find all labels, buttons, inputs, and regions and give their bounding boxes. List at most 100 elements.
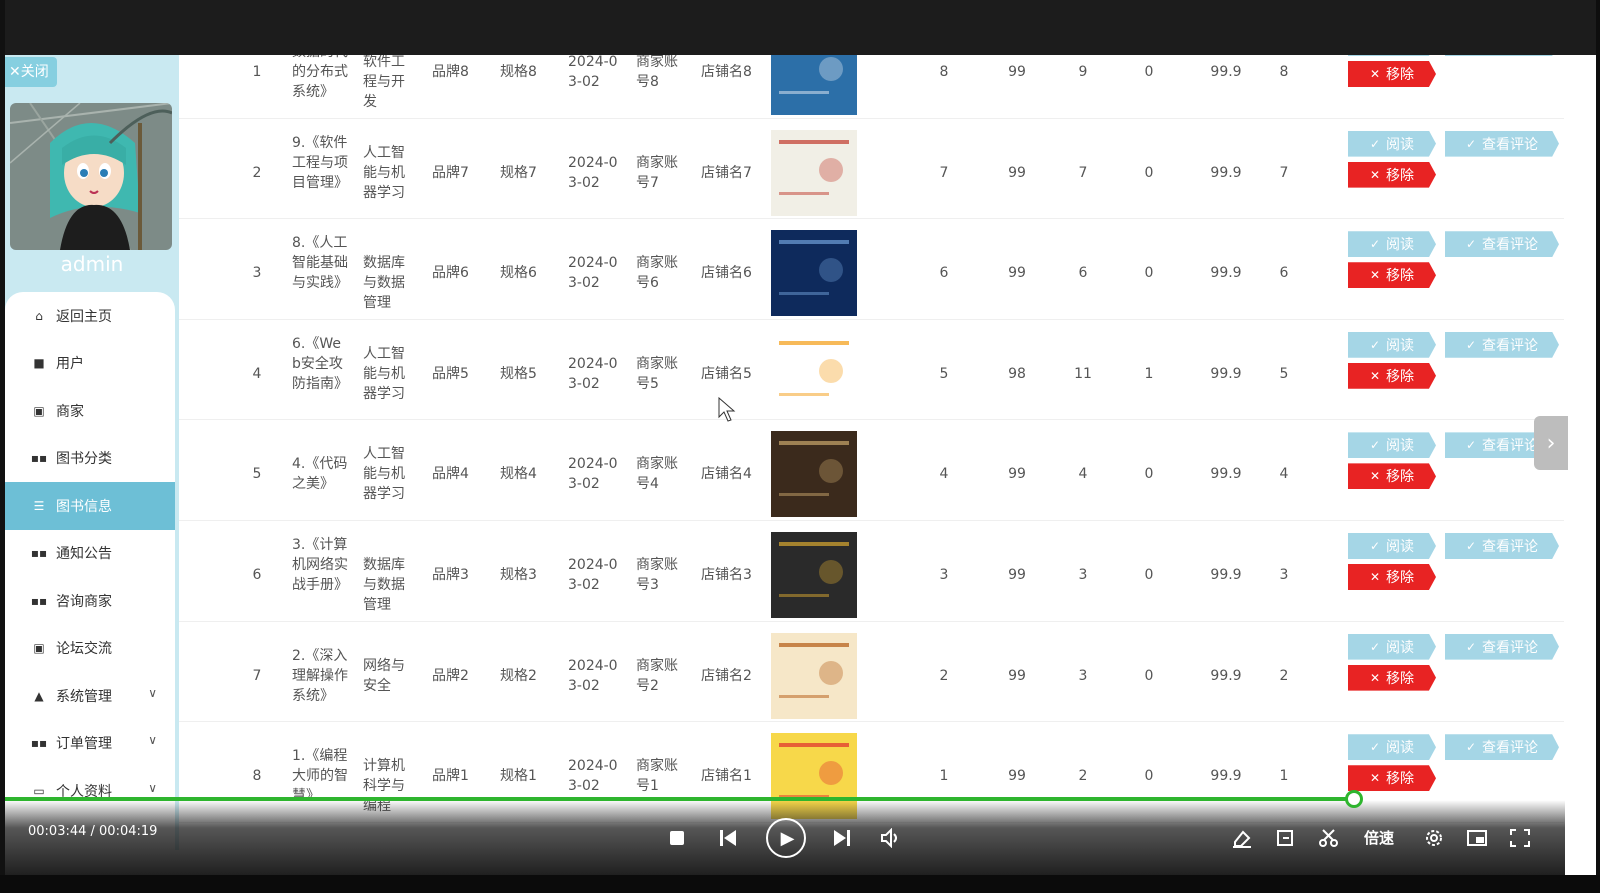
previous-button[interactable] [718, 828, 738, 848]
remove-button[interactable]: ✕ 移除 [1348, 61, 1436, 87]
read-button[interactable]: ✓阅读 [1348, 231, 1436, 258]
check-icon: ✓ [1369, 740, 1381, 755]
annotate-button[interactable] [1231, 828, 1253, 848]
date-cell: 2024-03-02 [568, 355, 618, 392]
read-button[interactable]: ✓阅读 [1348, 533, 1436, 559]
volume-icon [881, 828, 897, 848]
menu-item-user[interactable]: ■ 用户 [5, 339, 175, 387]
book-table: 1 数据的代的分布式系统》软件工程与开发 品牌8 规格8 2024-03-02 商家账号8… [179, 55, 1564, 850]
book-name-cell: 3.《计算机网络实战手册》 [292, 537, 348, 593]
count-col2-cell: 99 [1008, 164, 1026, 181]
view-comments-button[interactable]: ✓查看评论 [1445, 331, 1559, 358]
crop-icon [1277, 830, 1293, 846]
view-comments-button[interactable]: ✓查看评论 [1445, 130, 1559, 157]
menu-item-forum[interactable]: ▣ 论坛交流 [5, 624, 175, 672]
menu-item-merchant[interactable]: ▣ 商家 [5, 387, 175, 435]
book-cover-image [771, 55, 857, 115]
check-icon: ✓ [1465, 136, 1477, 151]
read-button[interactable]: ✓阅读 [1348, 55, 1436, 56]
merchant-account-cell: 商家账号7 [636, 154, 678, 191]
pip-button[interactable] [1466, 828, 1488, 848]
view-comments-button[interactable]: ✓查看评论 [1445, 55, 1559, 56]
count-col2-cell: 99 [1008, 64, 1026, 80]
screen: ✕关闭 admin ⌂ 返回主页 ■ 用户 ▣ 商家 ▪▪ 图书分类 ☰ 图书信… [0, 0, 1600, 893]
row-index: 3 [252, 265, 262, 282]
count-col3-cell: 6 [1078, 265, 1088, 282]
count-col1-cell: 8 [939, 64, 949, 80]
view-comments-button[interactable]: ✓查看评论 [1445, 633, 1559, 660]
chevron-down-icon: ∨ [148, 686, 157, 700]
next-button[interactable] [832, 828, 852, 848]
volume-button[interactable] [880, 828, 902, 848]
count-col4-cell: 0 [1144, 265, 1154, 282]
count-col1-cell: 4 [939, 466, 949, 483]
menu-item-book-category[interactable]: ▪▪ 图书分类 [5, 434, 175, 482]
read-label: 阅读 [1386, 740, 1415, 757]
play-button[interactable]: ▶ [766, 818, 806, 858]
close-sidebar-button[interactable]: ✕关闭 [5, 57, 57, 87]
price-cell: 99.9 [1210, 466, 1242, 483]
view-comments-button[interactable]: ✓查看评论 [1445, 533, 1559, 559]
close-label: 关闭 [20, 64, 49, 80]
shop-name-cell: 店铺名8 [701, 64, 752, 80]
crop-button[interactable] [1275, 828, 1297, 848]
row-index: 8 [252, 768, 262, 785]
shop-name-cell: 店铺名5 [701, 365, 752, 382]
x-icon: ✕ [1369, 268, 1381, 283]
menu-item-system[interactable]: ▲ 系统管理 ∨ [5, 672, 175, 720]
date-cell: 2024-03-02 [568, 456, 618, 493]
table-row: 2 9.《软件工程与项目管理》 人工智能与机器学习 品牌7 规格7 2024-03-02 商… [179, 119, 1564, 220]
view-comments-button[interactable]: ✓查看评论 [1445, 231, 1559, 258]
fullscreen-button[interactable] [1509, 828, 1531, 848]
table-row: 3 8.《人工智能基础与实践》 数据库与数据管理 品牌6 规格6 2024-03-02 商家… [179, 219, 1564, 320]
count-col4-cell: 0 [1144, 667, 1154, 684]
price-cell: 99.9 [1210, 164, 1242, 181]
menu-item-notice[interactable]: ▪▪ 通知公告 [5, 529, 175, 577]
remove-label: 移除 [1386, 670, 1415, 687]
skip-forward-icon [834, 830, 850, 846]
category-cell: 数据库与数据管理 [363, 255, 405, 312]
picture-in-picture-icon [1467, 830, 1487, 846]
read-button[interactable]: ✓ 阅读 [1348, 734, 1436, 761]
menu-item-home[interactable]: ⌂ 返回主页 [5, 292, 175, 340]
x-icon: ✕ [1369, 469, 1381, 484]
read-button[interactable]: ✓阅读 [1348, 130, 1436, 157]
read-button[interactable]: ✓阅读 [1348, 432, 1436, 459]
read-label: 阅读 [1386, 539, 1415, 555]
shop-name-cell: 店铺名2 [701, 667, 752, 684]
remove-button[interactable]: ✕ 移除 [1348, 564, 1436, 590]
gear-icon [1426, 830, 1442, 846]
grid-icon: ▪▪ [30, 451, 48, 465]
remove-button[interactable]: ✕ 移除 [1348, 463, 1436, 490]
next-page-arrow[interactable]: › [1534, 416, 1568, 470]
brand-cell: 品牌5 [432, 365, 469, 382]
category-cell: 软件工程与开发 [363, 55, 405, 110]
clip-button[interactable] [1318, 828, 1340, 848]
read-button[interactable]: ✓阅读 [1348, 633, 1436, 660]
brand-cell: 品牌2 [432, 667, 469, 684]
comment-label: 查看评论 [1482, 740, 1539, 757]
view-comments-button[interactable]: ✓查看评论 [1445, 734, 1559, 761]
check-icon: ✓ [1369, 337, 1381, 352]
mouse-cursor-icon [718, 397, 736, 422]
speed-button[interactable]: 倍速 [1364, 827, 1394, 848]
settings-button[interactable] [1423, 828, 1445, 848]
check-icon: ✓ [1465, 539, 1477, 553]
stop-button[interactable] [668, 829, 686, 847]
remove-button[interactable]: ✕ 移除 [1348, 161, 1436, 188]
menu-item-book-info[interactable]: ☰ 图书信息 [5, 482, 175, 530]
count-col3-cell: 2 [1078, 768, 1088, 785]
remove-button[interactable]: ✕ 移除 [1348, 765, 1436, 792]
date-cell: 2024-03-02 [568, 657, 618, 694]
merchant-account-cell: 商家账号4 [636, 456, 678, 493]
brand-cell: 品牌1 [432, 768, 469, 785]
remove-button[interactable]: ✕ 移除 [1348, 362, 1436, 389]
clipboard-icon: ▣ [33, 641, 45, 655]
read-button[interactable]: ✓阅读 [1348, 331, 1436, 358]
menu-item-consult[interactable]: ▪▪ 咨询商家 [5, 577, 175, 625]
count-col3-cell: 7 [1078, 164, 1088, 181]
remove-button[interactable]: ✕ 移除 [1348, 262, 1436, 289]
book-name-cell: 4.《代码之美》 [292, 456, 348, 493]
menu-item-orders[interactable]: ▪▪ 订单管理 ∨ [5, 719, 175, 767]
remove-button[interactable]: ✕ 移除 [1348, 664, 1436, 691]
